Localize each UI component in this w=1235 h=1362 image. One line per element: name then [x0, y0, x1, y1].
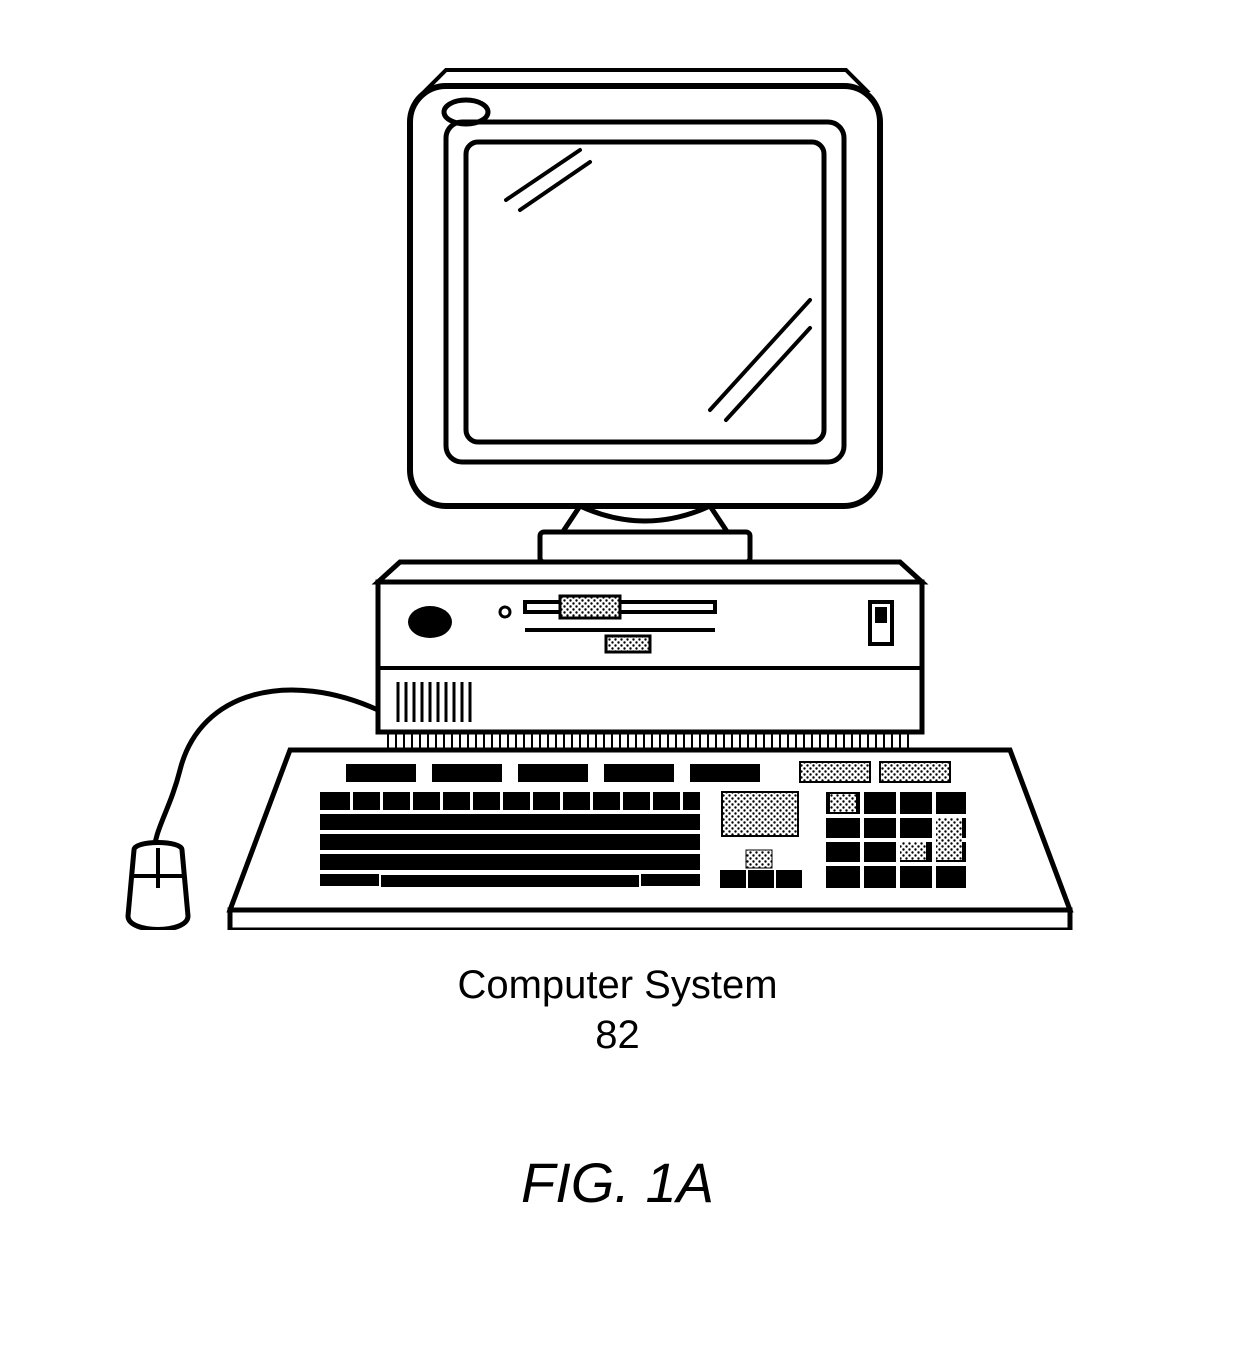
desktop-computer-illustration: [110, 50, 1090, 930]
figure-id: FIG. 1A: [0, 1150, 1235, 1215]
component-label: Computer System: [0, 960, 1235, 1010]
reference-number: 82: [0, 1010, 1235, 1060]
